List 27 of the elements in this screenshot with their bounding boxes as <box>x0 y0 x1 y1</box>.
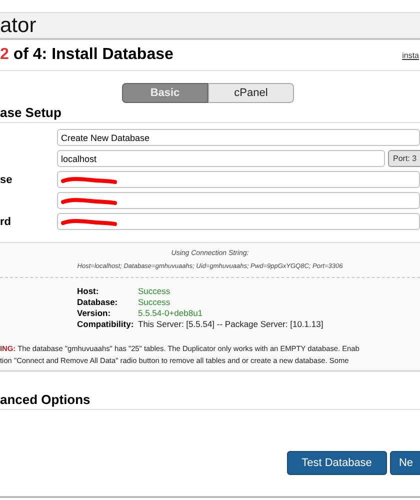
field-label: se <box>0 174 12 186</box>
step-title: 2 of 4: Install Database <box>0 46 174 64</box>
input-field[interactable]: localhost <box>57 150 385 167</box>
install-link[interactable]: insta <box>402 50 419 60</box>
field-label: rd <box>0 216 11 228</box>
redaction-mark <box>61 216 117 226</box>
input-field[interactable] <box>57 171 420 188</box>
result-label: Compatibility: <box>77 319 135 329</box>
result-value: Success <box>138 297 172 307</box>
section-heading: ase Setup <box>0 105 420 123</box>
section-heading: anced Options <box>0 392 420 410</box>
app-title: ator <box>0 14 36 38</box>
action-button[interactable]: Test Database <box>286 451 387 475</box>
redaction-mark <box>61 174 117 184</box>
result-label: Version: <box>77 308 112 318</box>
input-field[interactable] <box>57 213 420 230</box>
input-field[interactable] <box>57 192 420 209</box>
result-label: Host: <box>77 286 100 296</box>
view-tab[interactable]: cPanel <box>208 83 294 103</box>
result-label: Database: <box>77 297 119 307</box>
result-value: This Server: [5.5.54] -- Package Server: [10.1.13] <box>138 319 324 329</box>
redaction-mark <box>61 196 117 206</box>
action-button[interactable]: Ne <box>390 451 420 475</box>
result-value: 5.5.54-0+deb8u1 <box>138 308 204 318</box>
port-button[interactable]: Port: 3 <box>388 150 420 167</box>
select-field[interactable]: Create New Database <box>57 129 420 146</box>
result-value: Success <box>138 286 172 296</box>
